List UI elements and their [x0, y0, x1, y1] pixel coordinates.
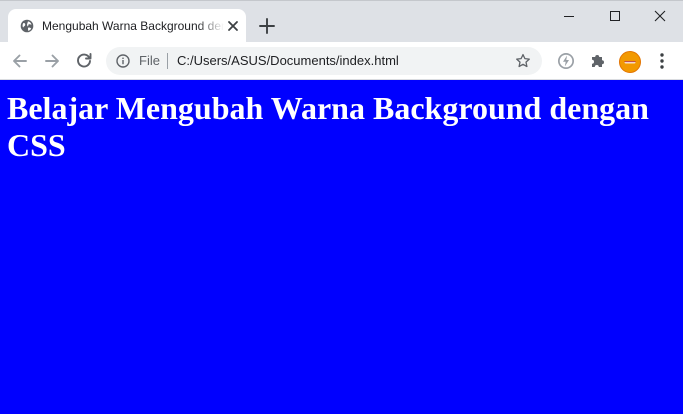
tab-active[interactable]: Mengubah Warna Background dengan CSS	[8, 9, 246, 43]
address-separator	[167, 53, 168, 69]
close-icon[interactable]	[226, 19, 240, 33]
address-bar[interactable]: File C:/Users/ASUS/Documents/index.html	[106, 47, 542, 75]
info-icon[interactable]	[116, 54, 130, 68]
kebab-menu-icon[interactable]	[654, 51, 670, 71]
scheme-label: File	[139, 53, 160, 68]
page-viewport: Belajar Mengubah Warna Background dengan…	[0, 80, 683, 414]
window-close-icon	[654, 10, 666, 22]
avatar-icon[interactable]	[619, 51, 641, 73]
tab-strip: Mengubah Warna Background dengan CSS	[0, 0, 683, 43]
minimize-icon	[564, 16, 574, 17]
plus-icon[interactable]	[256, 15, 278, 37]
window-close-button[interactable]	[637, 1, 683, 31]
arrow-right-icon[interactable]	[42, 51, 62, 71]
lightning-extension-icon[interactable]	[556, 51, 576, 71]
puzzle-icon[interactable]	[588, 51, 608, 71]
url-text[interactable]: C:/Users/ASUS/Documents/index.html	[177, 53, 399, 69]
reload-icon[interactable]	[74, 51, 94, 71]
page-heading: Belajar Mengubah Warna Background dengan…	[7, 90, 649, 163]
maximize-icon	[610, 11, 620, 21]
arrow-left-icon[interactable]	[10, 51, 30, 71]
maximize-button[interactable]	[592, 1, 638, 31]
minimize-button[interactable]	[546, 1, 592, 31]
browser-window: Mengubah Warna Background dengan CSS	[0, 0, 683, 414]
tab-title: Mengubah Warna Background dengan CSS	[42, 19, 224, 33]
browser-toolbar: File C:/Users/ASUS/Documents/index.html	[0, 42, 683, 80]
star-icon[interactable]	[515, 53, 531, 69]
globe-icon	[20, 19, 34, 33]
